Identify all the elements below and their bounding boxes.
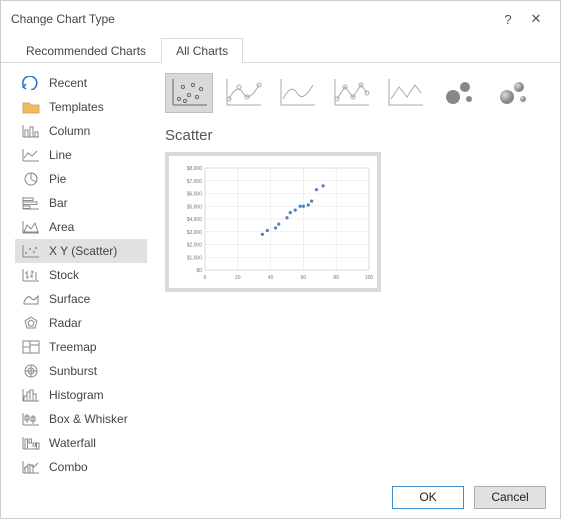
subtype-scatter-smooth[interactable]: [273, 73, 321, 113]
sidebar-item-label: Area: [49, 220, 74, 234]
svg-text:$7,000: $7,000: [187, 179, 203, 185]
sidebar-item-label: Stock: [49, 268, 79, 282]
subtype-scatter-smooth-markers[interactable]: [219, 73, 267, 113]
sidebar-item-surface[interactable]: Surface: [15, 287, 147, 311]
scatter-glyph-icon: [169, 77, 209, 109]
sidebar-item-label: Templates: [49, 100, 104, 114]
svg-text:$0: $0: [196, 268, 202, 274]
svg-text:$1,000: $1,000: [187, 255, 203, 261]
dialog-footer: OK Cancel: [1, 477, 560, 517]
titlebar: Change Chart Type ? ✕: [1, 1, 560, 37]
combo-icon: [21, 458, 41, 476]
svg-text:20: 20: [235, 275, 241, 281]
ok-button[interactable]: OK: [392, 486, 464, 509]
scatter-smooth-markers-icon: [223, 77, 263, 109]
subtype-bubble-3d[interactable]: [489, 73, 537, 113]
sidebar-item-label: Recent: [49, 76, 87, 90]
svg-text:80: 80: [333, 275, 339, 281]
tabs: Recommended Charts All Charts: [1, 37, 560, 63]
sidebar-item-waterfall[interactable]: Waterfall: [15, 431, 147, 455]
subtype-scatter[interactable]: [165, 73, 213, 113]
sidebar-item-label: Sunburst: [49, 364, 97, 378]
sidebar-item-label: Box & Whisker: [49, 412, 128, 426]
sidebar-item-box-whisker[interactable]: Box & Whisker: [15, 407, 147, 431]
svg-text:0: 0: [204, 275, 207, 281]
sidebar-item-bar[interactable]: Bar: [15, 191, 147, 215]
bubble-icon: [439, 77, 479, 109]
subtype-scatter-lines[interactable]: [381, 73, 429, 113]
help-button[interactable]: ?: [494, 12, 522, 27]
recent-icon: [21, 74, 41, 92]
chart-preview-svg: $0 $1,000 $2,000 $3,000 $4,000 $5,000 $6,000 $7…: [175, 162, 375, 284]
subtype-scatter-lines-markers[interactable]: [327, 73, 375, 113]
dialog-title: Change Chart Type: [11, 12, 494, 26]
bar-icon: [21, 194, 41, 212]
sidebar-item-radar[interactable]: Radar: [15, 311, 147, 335]
histogram-icon: [21, 386, 41, 404]
svg-text:60: 60: [301, 275, 307, 281]
chart-preview[interactable]: $0 $1,000 $2,000 $3,000 $4,000 $5,000 $6,000 $7…: [165, 152, 381, 292]
line-icon: [21, 146, 41, 164]
sidebar-item-column[interactable]: Column: [15, 119, 147, 143]
svg-text:$5,000: $5,000: [187, 204, 203, 210]
sidebar-item-label: Column: [49, 124, 90, 138]
scatter-smooth-icon: [277, 77, 317, 109]
svg-text:$2,000: $2,000: [187, 243, 203, 249]
sidebar-item-label: Bar: [49, 196, 68, 210]
surface-icon: [21, 290, 41, 308]
radar-icon: [21, 314, 41, 332]
sidebar-item-label: Radar: [49, 316, 82, 330]
pie-icon: [21, 170, 41, 188]
main-panel: Scatter $0 $1,000 $2,000 $3,000 $4,000 $5,000…: [151, 63, 560, 477]
chart-subtype-row: [165, 73, 546, 113]
subtype-bubble[interactable]: [435, 73, 483, 113]
tab-recommended[interactable]: Recommended Charts: [11, 38, 161, 63]
cancel-button[interactable]: Cancel: [474, 486, 546, 509]
scatter-lines-icon: [385, 77, 425, 109]
sidebar-item-templates[interactable]: Templates: [15, 95, 147, 119]
svg-text:40: 40: [268, 275, 274, 281]
sidebar-item-scatter[interactable]: X Y (Scatter): [15, 239, 147, 263]
sidebar-item-treemap[interactable]: Treemap: [15, 335, 147, 359]
bubble-3d-icon: [493, 77, 533, 109]
scatter-lines-markers-icon: [331, 77, 371, 109]
tab-all-charts[interactable]: All Charts: [161, 38, 243, 63]
area-icon: [21, 218, 41, 236]
sidebar-item-label: Combo: [49, 460, 88, 474]
chart-category-list: Recent Templates Column Line Pie Bar Are…: [1, 63, 151, 477]
sidebar-item-label: X Y (Scatter): [49, 244, 117, 258]
sidebar-item-pie[interactable]: Pie: [15, 167, 147, 191]
svg-text:$3,000: $3,000: [187, 230, 203, 236]
box-whisker-icon: [21, 410, 41, 428]
sidebar-item-label: Line: [49, 148, 72, 162]
sidebar-item-recent[interactable]: Recent: [15, 71, 147, 95]
treemap-icon: [21, 338, 41, 356]
stock-icon: [21, 266, 41, 284]
sidebar-item-label: Pie: [49, 172, 66, 186]
sidebar-item-label: Surface: [49, 292, 90, 306]
sidebar-item-histogram[interactable]: Histogram: [15, 383, 147, 407]
waterfall-icon: [21, 434, 41, 452]
svg-text:$6,000: $6,000: [187, 192, 203, 198]
scatter-icon: [21, 242, 41, 260]
dialog-body: Recent Templates Column Line Pie Bar Are…: [1, 63, 560, 477]
svg-text:$8,000: $8,000: [187, 166, 203, 172]
sunburst-icon: [21, 362, 41, 380]
svg-text:100: 100: [365, 275, 374, 281]
sidebar-item-sunburst[interactable]: Sunburst: [15, 359, 147, 383]
sidebar-item-line[interactable]: Line: [15, 143, 147, 167]
templates-icon: [21, 98, 41, 116]
sidebar-item-label: Waterfall: [49, 436, 96, 450]
sidebar-item-area[interactable]: Area: [15, 215, 147, 239]
sidebar-item-stock[interactable]: Stock: [15, 263, 147, 287]
sidebar-item-label: Treemap: [49, 340, 97, 354]
section-title: Scatter: [165, 127, 546, 144]
column-icon: [21, 122, 41, 140]
close-button[interactable]: ✕: [522, 11, 550, 27]
sidebar-item-combo[interactable]: Combo: [15, 455, 147, 477]
svg-text:$4,000: $4,000: [187, 217, 203, 223]
sidebar-item-label: Histogram: [49, 388, 104, 402]
